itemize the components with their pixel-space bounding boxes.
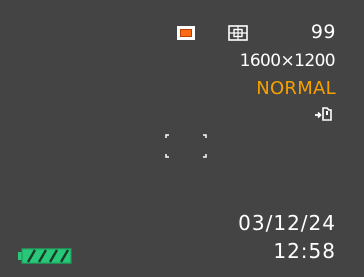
time-display: 12:58 xyxy=(273,239,336,263)
quality-label: NORMAL xyxy=(256,78,336,99)
focus-frame xyxy=(165,134,207,158)
image-size-label: 1600×1200 xyxy=(239,51,336,71)
date-display: 03/12/24 xyxy=(238,211,336,235)
single-shot-icon xyxy=(177,26,195,40)
camera-lcd-screen: 99 1600×1200 NORMAL 03/12/24 12:58 xyxy=(0,0,364,277)
metering-icon xyxy=(228,25,248,41)
battery-full-icon xyxy=(18,248,72,264)
remaining-shots-count: 99 xyxy=(310,21,336,43)
flash-memory-icon xyxy=(315,107,332,121)
